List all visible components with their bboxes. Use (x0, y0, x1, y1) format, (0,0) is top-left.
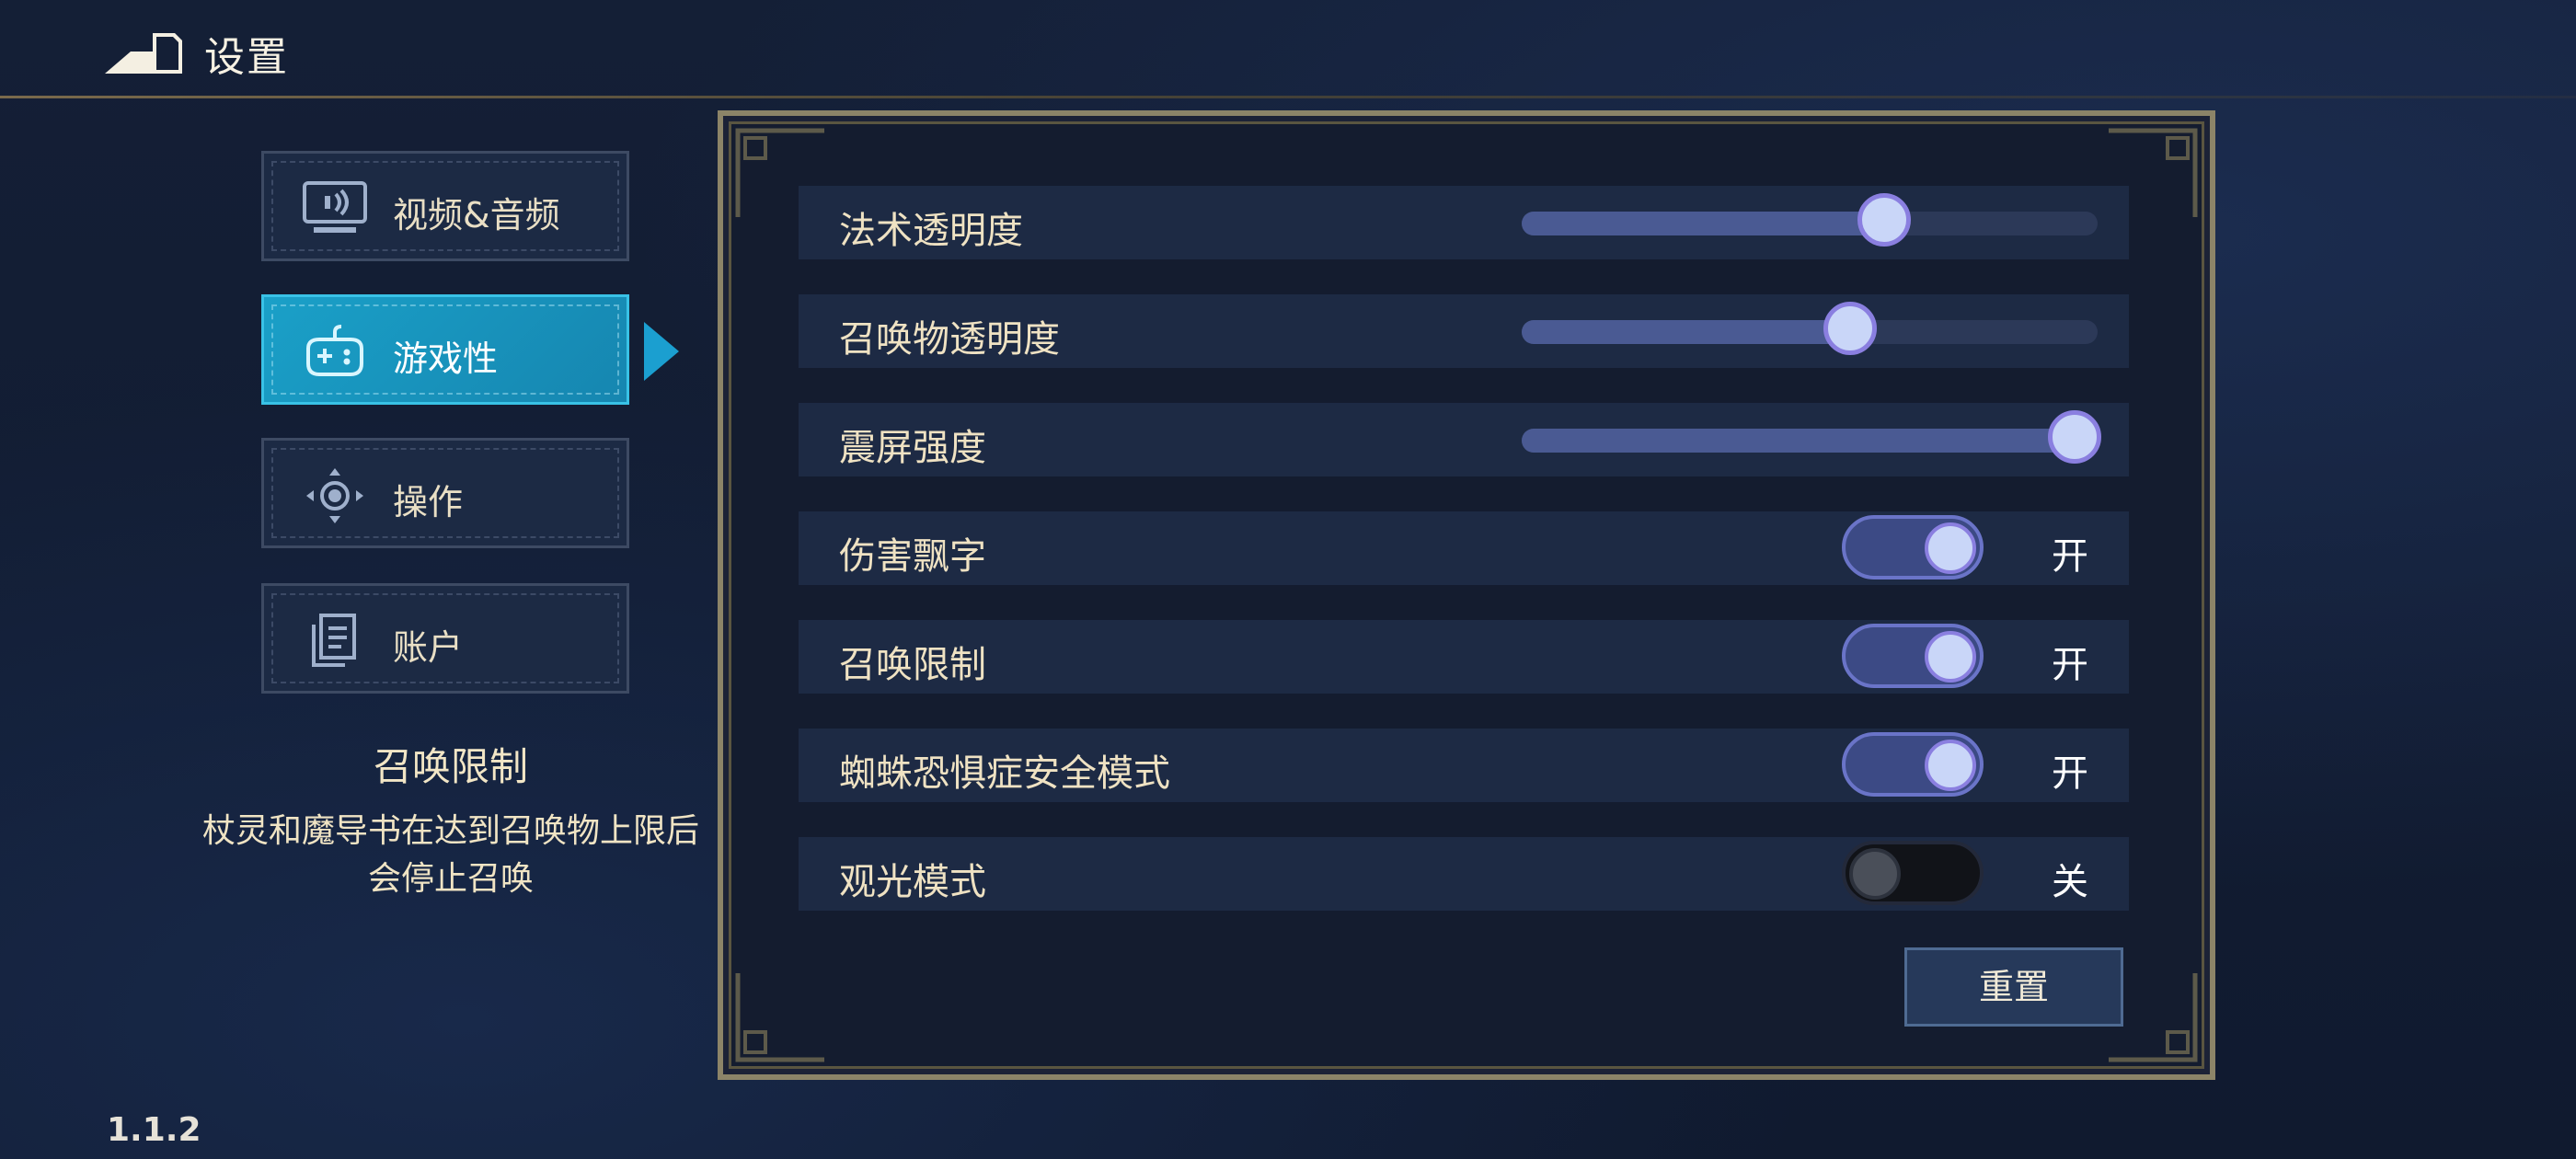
setting-row-summon-limit: 召唤限制 开 (799, 620, 2129, 694)
slider-knob[interactable] (1823, 302, 1877, 355)
setting-label: 震屏强度 (839, 427, 986, 469)
sidebar-item-label: 视频&音频 (393, 195, 560, 235)
toggle-state-label: 开 (2052, 644, 2088, 686)
slider-knob[interactable] (1857, 193, 1912, 247)
slider-fill (1522, 212, 1885, 235)
page-title: 设置 (204, 34, 289, 81)
setting-label: 观光模式 (839, 861, 986, 903)
toggle-state-label: 关 (2052, 861, 2088, 903)
summon-opacity-slider[interactable] (1522, 302, 2098, 355)
toggle-state-label: 开 (2052, 752, 2088, 795)
setting-row-spell-opacity: 法术透明度 (799, 186, 2129, 259)
version-label: 1.1.2 (107, 1111, 201, 1149)
sidebar-item-label: 操作 (393, 482, 464, 522)
arachnophobia-mode-toggle[interactable] (1842, 732, 1984, 797)
description-text: 杖灵和魔导书在达到召唤物上限后会停止召唤 (202, 812, 700, 898)
sidebar-item-video-audio[interactable]: 视频&音频 (261, 151, 629, 261)
setting-label: 召唤物透明度 (839, 318, 1060, 361)
toggle-knob (1925, 631, 1976, 683)
summon-limit-toggle[interactable] (1842, 624, 1984, 688)
screen-shake-slider[interactable] (1522, 410, 2101, 464)
description-title: 召唤限制 (373, 744, 528, 789)
dpad-icon (306, 468, 363, 523)
toggle-state-label: 开 (2052, 535, 2088, 578)
slider-fill (1522, 320, 1850, 344)
sidebar-item-gameplay[interactable]: 游戏性 (261, 294, 629, 405)
setting-row-sightseeing-mode: 观光模式 关 (799, 837, 2129, 911)
slider-fill (1522, 429, 2075, 453)
top-bar: 设置 (0, 0, 2576, 98)
monitor-sound-icon (303, 181, 367, 233)
setting-row-damage-numbers: 伤害飘字 开 (799, 511, 2129, 585)
damage-numbers-toggle[interactable] (1842, 515, 1984, 580)
toggle-knob (1925, 522, 1976, 574)
gamepad-icon (306, 325, 363, 376)
active-indicator-arrow (644, 322, 679, 381)
slider-knob[interactable] (2047, 410, 2101, 464)
sidebar-item-label: 游戏性 (393, 339, 499, 379)
setting-label: 伤害飘字 (839, 535, 986, 578)
corner-ornament (735, 973, 824, 1062)
documents-icon (312, 614, 356, 667)
setting-label: 法术透明度 (839, 210, 1023, 252)
reset-button[interactable]: 重置 (1904, 947, 2123, 1027)
setting-label: 蜘蛛恐惧症安全模式 (839, 752, 1170, 795)
sidebar-item-label: 账户 (393, 627, 464, 668)
setting-label: 召唤限制 (839, 644, 986, 686)
toggle-knob (1925, 740, 1976, 791)
setting-row-arachnophobia-mode: 蜘蛛恐惧症安全模式 开 (799, 729, 2129, 802)
sidebar-item-controls[interactable]: 操作 (261, 438, 629, 548)
header-divider (0, 96, 2576, 98)
sightseeing-mode-toggle[interactable] (1842, 841, 1984, 905)
sidebar-item-account[interactable]: 账户 (261, 583, 629, 694)
back-icon[interactable] (101, 28, 186, 75)
toggle-knob (1849, 848, 1901, 900)
spell-opacity-slider[interactable] (1522, 193, 2098, 247)
setting-row-screen-shake: 震屏强度 (799, 403, 2129, 476)
setting-row-summon-opacity: 召唤物透明度 (799, 294, 2129, 368)
